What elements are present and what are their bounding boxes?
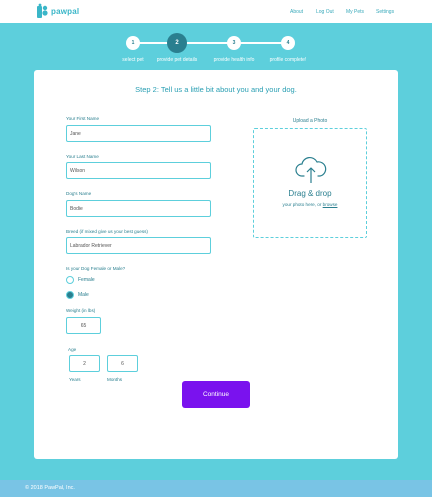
progress-stepper: 1 2 3 4 select pet provide pet details p… <box>0 30 432 64</box>
age-months-input[interactable]: 6 <box>107 355 138 372</box>
footer: © 2018 PawPal, Inc. <box>0 480 432 497</box>
pet-details-card: Step 2: Tell us a little bit about you a… <box>34 70 398 459</box>
age-years-input[interactable]: 2 <box>69 355 100 372</box>
step-4-circle: 4 <box>281 36 295 50</box>
logo[interactable]: pawpal <box>36 3 79 20</box>
female-radio[interactable] <box>66 276 74 284</box>
nav-about[interactable]: About <box>290 9 303 15</box>
step-4-label: profile complete! <box>269 57 307 63</box>
top-bar: pawpal About Log Out My Pets Settings <box>0 0 432 23</box>
form-title: Step 2: Tell us a little bit about you a… <box>135 85 297 94</box>
male-radio[interactable] <box>66 291 74 299</box>
step-3-circle: 3 <box>227 36 241 50</box>
age-label: Age <box>68 347 77 352</box>
cloud-upload-icon <box>295 156 327 183</box>
dropzone-subtext: your photo here, or browse <box>254 202 366 207</box>
stepper-line <box>133 42 288 44</box>
nav-settings[interactable]: Settings <box>376 9 394 15</box>
last-name-label: Your Last Name <box>66 154 99 159</box>
nav-my-pets[interactable]: My Pets <box>346 9 364 15</box>
browse-link[interactable]: browse <box>323 202 338 207</box>
breed-input[interactable]: Labrador Retriever <box>66 237 211 254</box>
first-name-input[interactable]: Jane <box>66 125 211 142</box>
weight-input[interactable]: 65 <box>66 317 101 334</box>
female-radio-label: Female <box>78 277 95 283</box>
dropzone-subtext-prefix: your photo here, or <box>282 202 323 207</box>
copyright-text: © 2018 PawPal, Inc. <box>25 485 75 491</box>
dog-name-input[interactable]: Bodie <box>66 200 211 217</box>
weight-label: Weight (in lbs) <box>66 308 96 313</box>
paw-logo-icon <box>37 3 48 18</box>
step-1-label: select pet <box>122 57 144 63</box>
step-1-circle: 1 <box>126 36 140 50</box>
first-name-label: Your First Name <box>66 116 100 121</box>
dropzone-heading: Drag & drop <box>288 189 332 198</box>
logo-text: pawpal <box>51 7 80 16</box>
continue-button[interactable]: Continue <box>182 381 250 408</box>
last-name-input[interactable]: Wilson <box>66 162 211 179</box>
age-months-label: Months <box>107 377 123 382</box>
nav-log-out[interactable]: Log Out <box>316 9 334 15</box>
step-3-label: provide health info <box>213 57 255 63</box>
sex-label: Is your Dog Female or Male? <box>66 266 126 271</box>
photo-dropzone[interactable]: Drag & drop your photo here, or browse <box>253 128 367 238</box>
male-radio-label: Male <box>78 292 89 298</box>
dog-name-label: Dog's Name <box>66 191 92 196</box>
age-years-label: Years <box>69 377 81 382</box>
step-2-circle: 2 <box>167 33 187 53</box>
step-2-label: provide pet details <box>156 57 198 63</box>
breed-label: Breed (if mixed give us your best guess) <box>66 229 148 234</box>
upload-photo-title: Upload a Photo <box>292 118 328 124</box>
